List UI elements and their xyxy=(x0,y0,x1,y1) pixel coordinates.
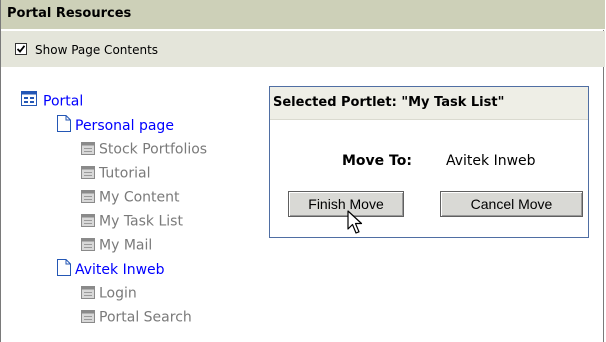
tree-item-label: Personal page xyxy=(75,118,174,134)
move-to-label: Move To: xyxy=(342,153,412,169)
show-page-contents-label: Show Page Contents xyxy=(35,43,159,57)
move-to-value: Avitek Inweb xyxy=(446,153,536,169)
selected-portlet-title: Selected Portlet: "My Task List" xyxy=(273,95,505,110)
tree-item-label: Stock Portfolios xyxy=(99,141,208,158)
panel-title: Portal Resources xyxy=(7,6,132,21)
portlet-icon xyxy=(81,236,95,256)
tree-item-avitek-inweb[interactable]: Avitek Inweb xyxy=(57,259,165,279)
options-bar: Show Page Contents xyxy=(1,31,605,67)
selected-portlet-header: Selected Portlet: "My Task List" xyxy=(270,87,588,120)
portal-icon xyxy=(21,91,39,112)
portlet-icon xyxy=(81,212,95,232)
tree-item-label: Login xyxy=(99,285,137,302)
tree-item-login[interactable]: Login xyxy=(81,283,137,303)
portlet-icon xyxy=(81,140,95,160)
tree-item-label: My Mail xyxy=(99,237,153,254)
page-icon xyxy=(57,115,71,137)
tree-item-portal[interactable]: Portal xyxy=(21,91,83,111)
selected-portlet-box: Selected Portlet: "My Task List" Move To… xyxy=(269,86,589,238)
tree-item-my-content[interactable]: My Content xyxy=(81,187,180,207)
tree-item-label: Portal xyxy=(43,93,84,110)
tree-item-label: My Content xyxy=(99,189,180,206)
checkmark-icon xyxy=(17,45,25,53)
finish-move-button[interactable]: Finish Move xyxy=(288,191,404,217)
tree-item-personal-page[interactable]: Personal page xyxy=(57,115,174,135)
resource-tree: Portal Personal page Stock Portfolios Tu… xyxy=(1,67,261,342)
panel-header: Portal Resources xyxy=(1,0,605,30)
tree-item-stock-portfolios[interactable]: Stock Portfolios xyxy=(81,139,207,159)
portlet-icon xyxy=(81,284,95,304)
tree-item-label: Portal Search xyxy=(99,309,192,326)
tree-item-portal-search[interactable]: Portal Search xyxy=(81,307,192,327)
tree-item-label: Tutorial xyxy=(99,165,151,182)
portlet-icon xyxy=(81,188,95,208)
page-icon xyxy=(57,259,71,281)
tree-item-my-mail[interactable]: My Mail xyxy=(81,235,152,255)
tree-item-label: My Task List xyxy=(99,213,183,230)
tree-item-my-task-list[interactable]: My Task List xyxy=(81,211,183,231)
portlet-icon xyxy=(81,164,95,184)
portlet-icon xyxy=(81,308,95,328)
show-page-contents-checkbox[interactable] xyxy=(15,43,27,55)
tree-item-label: Avitek Inweb xyxy=(75,262,165,278)
portal-resources-panel: Portal Resources Show Page Contents Port… xyxy=(0,0,605,342)
cancel-move-button[interactable]: Cancel Move xyxy=(440,191,583,217)
tree-item-tutorial[interactable]: Tutorial xyxy=(81,163,150,183)
